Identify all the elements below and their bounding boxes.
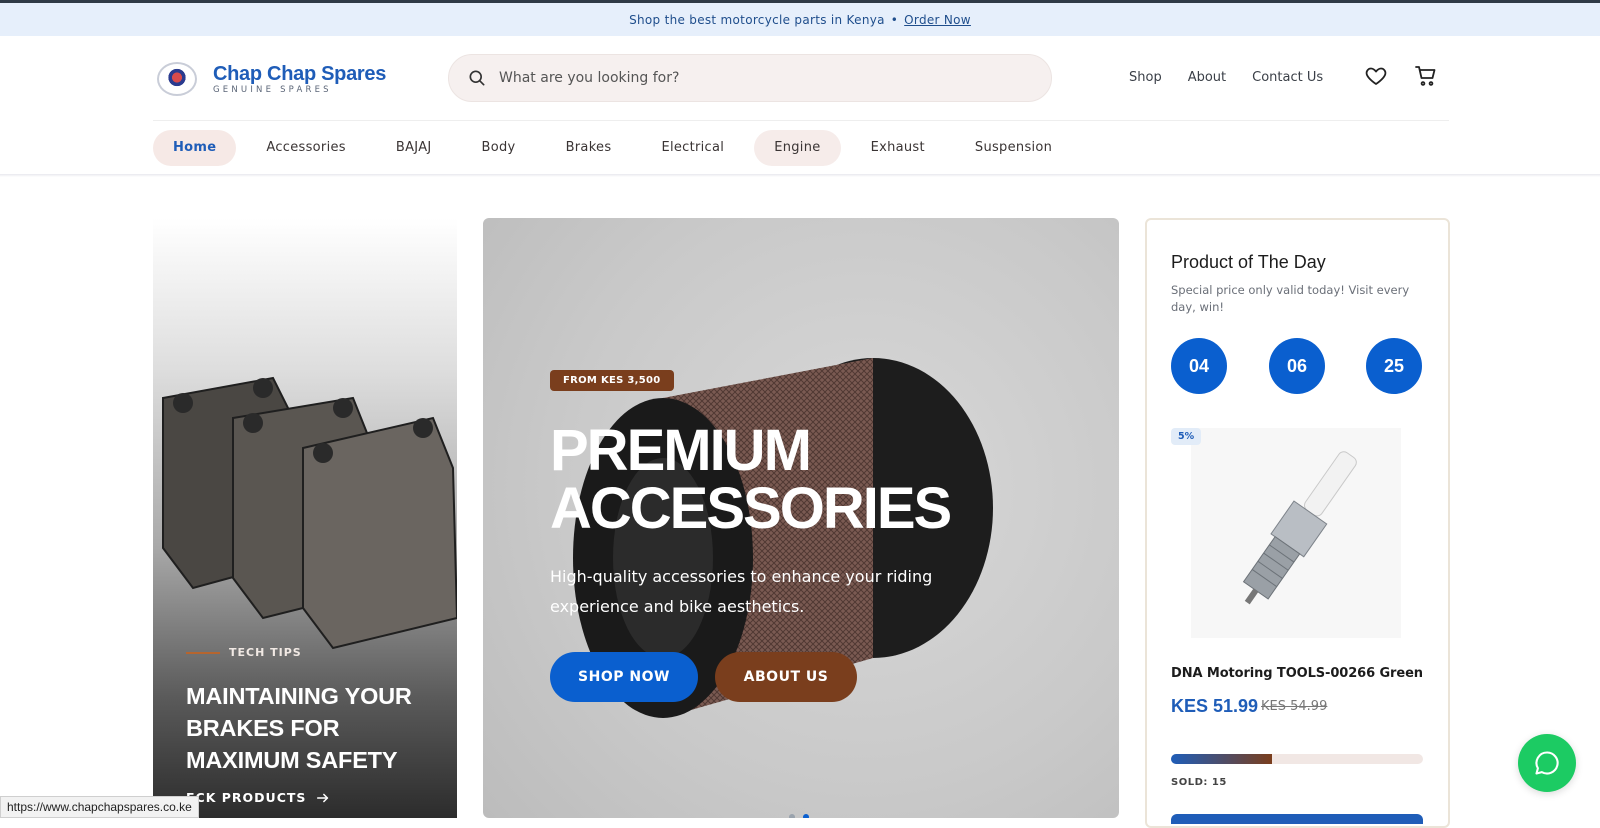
check-products-label: ECK PRODUCTS [186,790,307,805]
kicker-text: TECH TIPS [229,646,302,659]
whatsapp-chat-icon [1535,751,1559,775]
brand-tagline: GENUINE SPARES [213,84,332,95]
category-nav: Home Accessories BAJAJ Body Brakes Elect… [153,120,1449,174]
about-us-button[interactable]: ABOUT US [715,652,857,702]
product-of-the-day: Product of The Day Special price only va… [1145,218,1450,828]
logo-text: Chap Chap Spares GENUINE SPARES [213,64,386,95]
hero-title-line2: ACCESSORIES [550,476,952,541]
nav-shop[interactable]: Shop [1129,70,1162,85]
category-electrical[interactable]: Electrical [641,130,744,166]
announcement-separator: • [890,12,899,27]
sold-count: SOLD: 15 [1171,777,1227,788]
logo-emblem [157,62,197,96]
air-filter-image [573,358,993,718]
hero-subtitle: High-quality accessories to enhance your… [550,567,933,616]
tech-tips-card[interactable]: TECH TIPS MAINTAINING YOUR BRAKES FOR MA… [153,218,457,818]
brake-pads-image [162,376,457,650]
product-price: KES 51.99 [1171,696,1259,716]
shop-now-button[interactable]: SHOP NOW [550,652,698,702]
sold-label: SOLD: [1171,777,1208,788]
category-suspension[interactable]: Suspension [955,130,1072,166]
announcement-text: Shop the best motorcycle parts in Kenya [629,12,885,27]
sold-progress-bar [1171,754,1423,764]
category-engine[interactable]: Engine [754,129,841,166]
check-products-link[interactable]: ECK PRODUCTS [186,790,330,805]
brand-logo[interactable]: Chap Chap Spares GENUINE SPARES [157,62,386,96]
header-icons [1364,64,1438,88]
heart-icon[interactable] [1364,64,1388,88]
sold-progress-fill [1171,754,1272,764]
status-url: https://www.chapchapspares.co.ke [0,796,199,818]
top-nav: Shop About Contact Us [1129,70,1349,85]
price-badge: FROM KES 3,500 [550,370,674,391]
hero-title-line1: PREMIUM [550,418,812,483]
carousel-dot[interactable] [789,814,795,818]
brand-name: Chap Chap Spares [213,62,387,85]
search-icon [469,70,485,86]
tech-tips-title: MAINTAINING YOUR BRAKES FOR MAXIMUM SAFE… [186,683,412,773]
product-name[interactable]: DNA Motoring TOOLS-00266 Green [1171,666,1423,681]
nav-about[interactable]: About [1188,70,1226,85]
hero-title: PREMIUM ACCESSORIES [550,418,952,541]
whatsapp-chat-button[interactable] [1518,734,1576,792]
add-to-cart-button[interactable] [1171,814,1423,824]
product-old-price: KES 54.99 [1261,699,1328,714]
countdown-hours: 04 [1171,338,1227,394]
carousel-dots [789,814,809,818]
cart-icon[interactable] [1414,64,1438,88]
hero-banner: FROM KES 3,500 PREMIUM ACCESSORIES High-… [483,218,1119,818]
search-input[interactable] [499,70,1019,86]
pod-title: Product of The Day [1171,252,1326,272]
pod-subtitle: Special price only valid today! Visit ev… [1171,283,1410,314]
category-accessories[interactable]: Accessories [246,130,366,166]
spark-plug-image[interactable] [1191,428,1401,638]
tech-tips-kicker: TECH TIPS [186,646,302,659]
category-body[interactable]: Body [462,130,536,166]
discount-badge: 5% [1171,428,1202,445]
announcement-bar: Shop the best motorcycle parts in Kenya … [0,0,1600,36]
site-header: Chap Chap Spares GENUINE SPARES Shop Abo… [0,36,1600,120]
search-bar[interactable] [448,54,1052,102]
carousel-dot-active[interactable] [803,814,809,818]
category-exhaust[interactable]: Exhaust [851,130,945,166]
category-brakes[interactable]: Brakes [546,130,632,166]
order-now-link[interactable]: Order Now [904,13,971,27]
category-bajaj[interactable]: BAJAJ [376,130,452,166]
kicker-line [186,651,220,654]
category-home[interactable]: Home [153,129,237,166]
nav-contact[interactable]: Contact Us [1252,70,1323,85]
countdown-seconds: 25 [1366,338,1422,394]
sold-value: 15 [1211,777,1227,788]
arrow-right-icon [317,793,329,802]
header-divider [0,174,1600,177]
countdown-minutes: 06 [1269,338,1325,394]
